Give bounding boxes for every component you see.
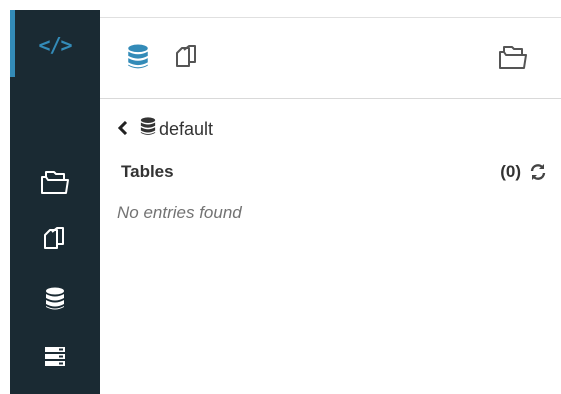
panel-header	[100, 18, 561, 99]
tables-actions: (0)	[500, 162, 547, 182]
database-icon	[128, 44, 148, 69]
documents-icon	[176, 45, 196, 67]
sidebar-item-tables[interactable]	[10, 282, 100, 316]
sidebar-item-files[interactable]	[10, 165, 100, 199]
folder-open-icon	[41, 171, 69, 194]
sidebar-item-editor[interactable]: </>	[10, 30, 100, 60]
code-icon: </>	[38, 33, 72, 57]
database-icon	[140, 117, 156, 141]
documents-icon	[44, 227, 64, 249]
tables-header-row: Tables (0)	[121, 161, 547, 183]
sidebar-item-indexes[interactable]	[10, 340, 100, 374]
header-tables-button[interactable]	[122, 40, 154, 74]
folder-open-icon	[499, 46, 527, 69]
tables-count: (0)	[500, 162, 521, 181]
chevron-left-icon	[117, 120, 128, 135]
app-root: </> default Tables (0) No entries found	[0, 0, 561, 394]
tables-label: Tables	[121, 162, 174, 181]
assist-panel-content: default Tables (0) No entries found	[100, 99, 561, 394]
refresh-icon[interactable]	[529, 163, 547, 181]
breadcrumb: default	[117, 117, 213, 141]
sidebar-item-documents[interactable]	[10, 222, 100, 256]
empty-state-text: No entries found	[117, 203, 242, 222]
server-icon	[45, 347, 65, 366]
header-documents-button[interactable]	[170, 40, 204, 74]
database-icon	[46, 287, 64, 310]
back-button[interactable]	[117, 119, 128, 140]
left-sidebar: </>	[10, 10, 100, 394]
header-files-button[interactable]	[493, 40, 533, 74]
database-name-link[interactable]: default	[159, 119, 213, 140]
